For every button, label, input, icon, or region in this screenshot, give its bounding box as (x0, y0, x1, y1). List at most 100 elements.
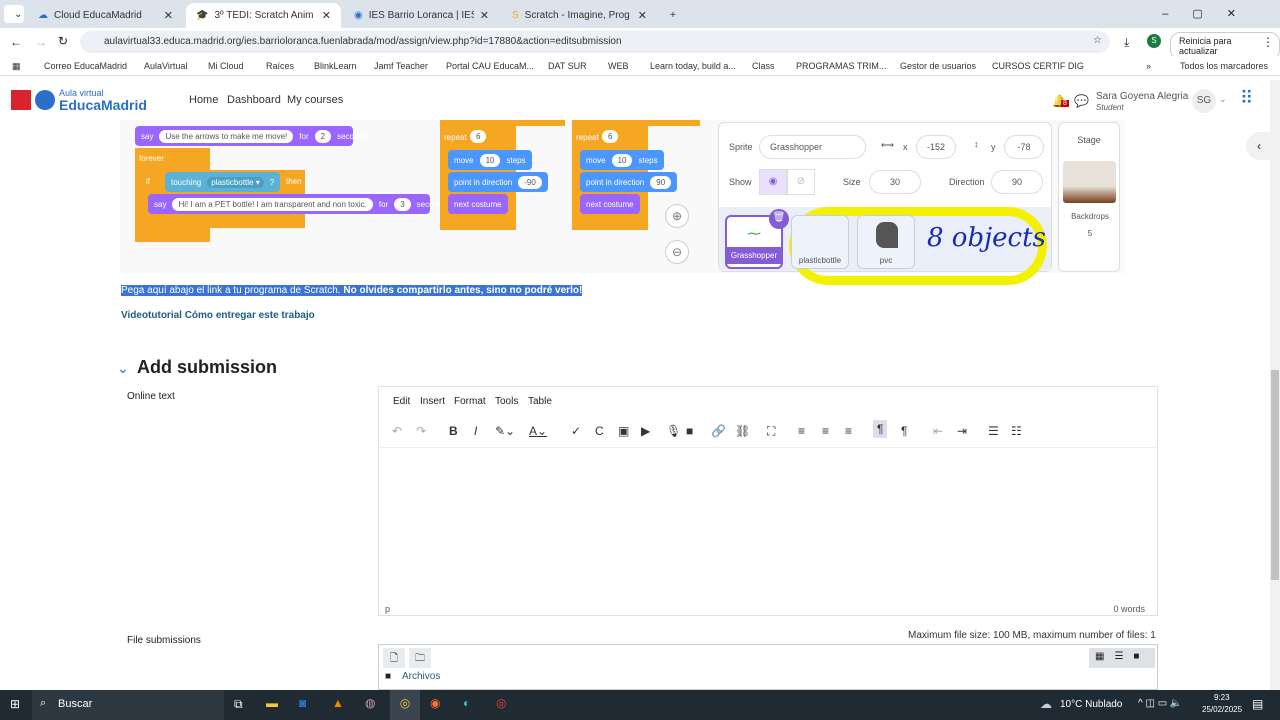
nav-home[interactable]: Home (189, 94, 218, 106)
nav-dashboard[interactable]: Dashboard (227, 94, 281, 106)
bookmark[interactable]: Portal CAU EducaM... (446, 61, 534, 71)
align-center-icon[interactable]: ≡ (822, 424, 829, 438)
bold-icon[interactable]: B (449, 424, 458, 438)
weather-icon[interactable]: ☁ (1040, 697, 1052, 711)
fullscreen-icon[interactable]: ⛶ (767, 424, 775, 439)
menu-icon[interactable]: ⋮ (1262, 35, 1274, 49)
file-explorer-icon[interactable]: ▬ (266, 696, 278, 710)
outlook-icon[interactable]: ◙ (299, 696, 306, 710)
tab-ies[interactable]: ◉ IES Barrio Loranca | IES BARRIO ✕ (344, 3, 499, 28)
menu-edit[interactable]: Edit (393, 396, 410, 407)
redo-icon[interactable]: ↷ (416, 424, 426, 438)
editor-body[interactable] (379, 447, 1157, 599)
clear-format-icon[interactable]: ✓ (571, 424, 581, 438)
bookmark[interactable]: Mi Cloud (208, 61, 244, 71)
menu-format[interactable]: Format (454, 396, 486, 407)
tab-cloud[interactable]: ☁ Cloud EducaMadrid ✕ (28, 3, 183, 28)
apps-grid-icon[interactable]: ⠿ (1240, 89, 1253, 107)
menu-tools[interactable]: Tools (495, 396, 518, 407)
add-file-icon[interactable]: 🗋 (383, 648, 405, 668)
video-icon[interactable]: ■ (686, 424, 693, 438)
c-icon[interactable]: C (595, 424, 604, 438)
back-icon[interactable]: ← (10, 35, 22, 49)
tab-search-button[interactable]: ⌄ (4, 5, 24, 23)
indent-icon[interactable]: ⇥ (957, 424, 967, 438)
bookmark[interactable]: WEB (608, 61, 629, 71)
text-color-icon[interactable]: A⌄ (529, 424, 547, 438)
numbered-list-icon[interactable]: ☷ (1011, 424, 1022, 438)
taskbar-search[interactable]: ⌕ Buscar (32, 690, 224, 720)
nav-my-courses[interactable]: My courses (287, 94, 343, 106)
new-tab-button[interactable]: + (660, 3, 686, 28)
app-icon[interactable]: ◎ (496, 696, 506, 710)
edge-icon[interactable]: ◐ (463, 696, 470, 710)
weather-text[interactable]: 10°C Nublado (1060, 699, 1122, 710)
drawer-toggle-icon[interactable]: ‹ (1246, 132, 1272, 160)
user-avatar[interactable]: SG (1192, 89, 1216, 113)
media-icon[interactable]: ▶ (641, 424, 650, 438)
outdent-icon[interactable]: ⇤ (933, 424, 943, 438)
tab-scratch[interactable]: S Scratch - Imagine, Program, Sh ✕ (502, 3, 657, 28)
bookmark[interactable]: Jamf Teacher (374, 61, 428, 71)
user-name[interactable]: Sara Goyena Alegria (1096, 91, 1188, 102)
chat-icon[interactable]: 💬 (1074, 94, 1089, 108)
unlink-icon[interactable]: ⛓ (735, 424, 750, 438)
tab-assignment[interactable]: 🎓 3º TEDI: Scratch Animation of P ✕ (186, 3, 341, 28)
more-bookmarks-icon[interactable]: » (1146, 61, 1151, 71)
bookmark[interactable]: Class (752, 61, 775, 71)
logo-text[interactable]: EducaMadrid (59, 97, 147, 113)
bookmark[interactable]: DAT SUR (548, 61, 587, 71)
mic-icon[interactable]: 🎙 (666, 424, 681, 438)
apps-icon[interactable]: ▦ (12, 61, 21, 72)
link-icon[interactable]: 🔗 (711, 424, 726, 438)
firefox-icon[interactable]: ◉ (430, 696, 440, 710)
bookmark[interactable]: Raíces (266, 61, 294, 71)
create-folder-icon[interactable]: 🗀 (409, 648, 431, 668)
windows-start-icon[interactable]: ⊞ (10, 697, 20, 711)
rtl-icon[interactable]: ¶ (901, 424, 907, 438)
close-icon[interactable]: ✕ (164, 9, 173, 22)
app-icon[interactable]: ◍ (365, 696, 375, 710)
align-left-icon[interactable]: ≡ (798, 424, 805, 438)
image-icon[interactable]: ▣ (618, 424, 629, 438)
bookmark[interactable]: Correo EducaMadrid (44, 61, 127, 71)
download-icon[interactable]: ⤓ (1124, 35, 1129, 50)
forward-icon[interactable]: → (35, 35, 47, 49)
task-view-icon[interactable]: ⧉ (234, 697, 243, 712)
menu-insert[interactable]: Insert (420, 396, 445, 407)
highlight-icon[interactable]: ✎⌄ (495, 424, 515, 438)
collapse-chevron-icon[interactable]: ⌄ (117, 360, 129, 377)
align-right-icon[interactable]: ≡ (845, 424, 852, 438)
bookmark[interactable]: Learn today, build a... (650, 61, 736, 71)
chevron-down-icon[interactable]: ⌄ (1219, 94, 1227, 105)
close-icon[interactable]: ✕ (322, 9, 331, 22)
videotutorial-link[interactable]: Videotutorial Cómo entregar este trabajo (121, 310, 315, 321)
bullet-list-icon[interactable]: ☰ (988, 424, 999, 438)
notifications-icon[interactable]: ▤ (1252, 697, 1263, 711)
bookmark[interactable]: AulaVirtual (144, 61, 187, 71)
vlc-icon[interactable]: ▲ (332, 696, 344, 710)
star-icon[interactable]: ☆ (1093, 35, 1102, 46)
bookmark[interactable]: Todos los marcadores (1180, 61, 1268, 71)
url-input[interactable]: aulavirtual33.educa.madrid.org/ies.barri… (80, 31, 1110, 53)
bookmark[interactable]: CURSOS CERTIF DIG (992, 61, 1084, 71)
tray-icons[interactable]: ^ ◫ ▭ 🔈 (1138, 698, 1182, 709)
bookmark[interactable]: Gestor de usuarios (900, 61, 976, 71)
close-icon[interactable]: ✕ (638, 9, 647, 22)
reload-icon[interactable]: ↻ (58, 34, 68, 48)
close-icon[interactable]: ✕ (480, 9, 489, 22)
profile-avatar[interactable]: S (1147, 34, 1161, 48)
clock-date[interactable]: 25/02/2025 (1202, 705, 1242, 714)
scrollbar[interactable] (1270, 80, 1280, 690)
view-toggle-icons[interactable]: ▦☰■ (1089, 648, 1155, 668)
clock-time[interactable]: 9:23 (1214, 693, 1230, 702)
window-controls[interactable]: –▢✕ (1162, 7, 1260, 20)
italic-icon[interactable]: I (474, 424, 477, 438)
menu-table[interactable]: Table (528, 396, 552, 407)
chrome-icon[interactable]: ◎ (390, 690, 420, 720)
undo-icon[interactable]: ↶ (392, 424, 402, 438)
bookmark[interactable]: BlinkLearn (314, 61, 357, 71)
folder-link[interactable]: Archivos (402, 671, 440, 682)
bookmark[interactable]: PROGRAMAS TRIM... (796, 61, 886, 71)
ltr-icon[interactable]: ¶ (873, 420, 888, 438)
